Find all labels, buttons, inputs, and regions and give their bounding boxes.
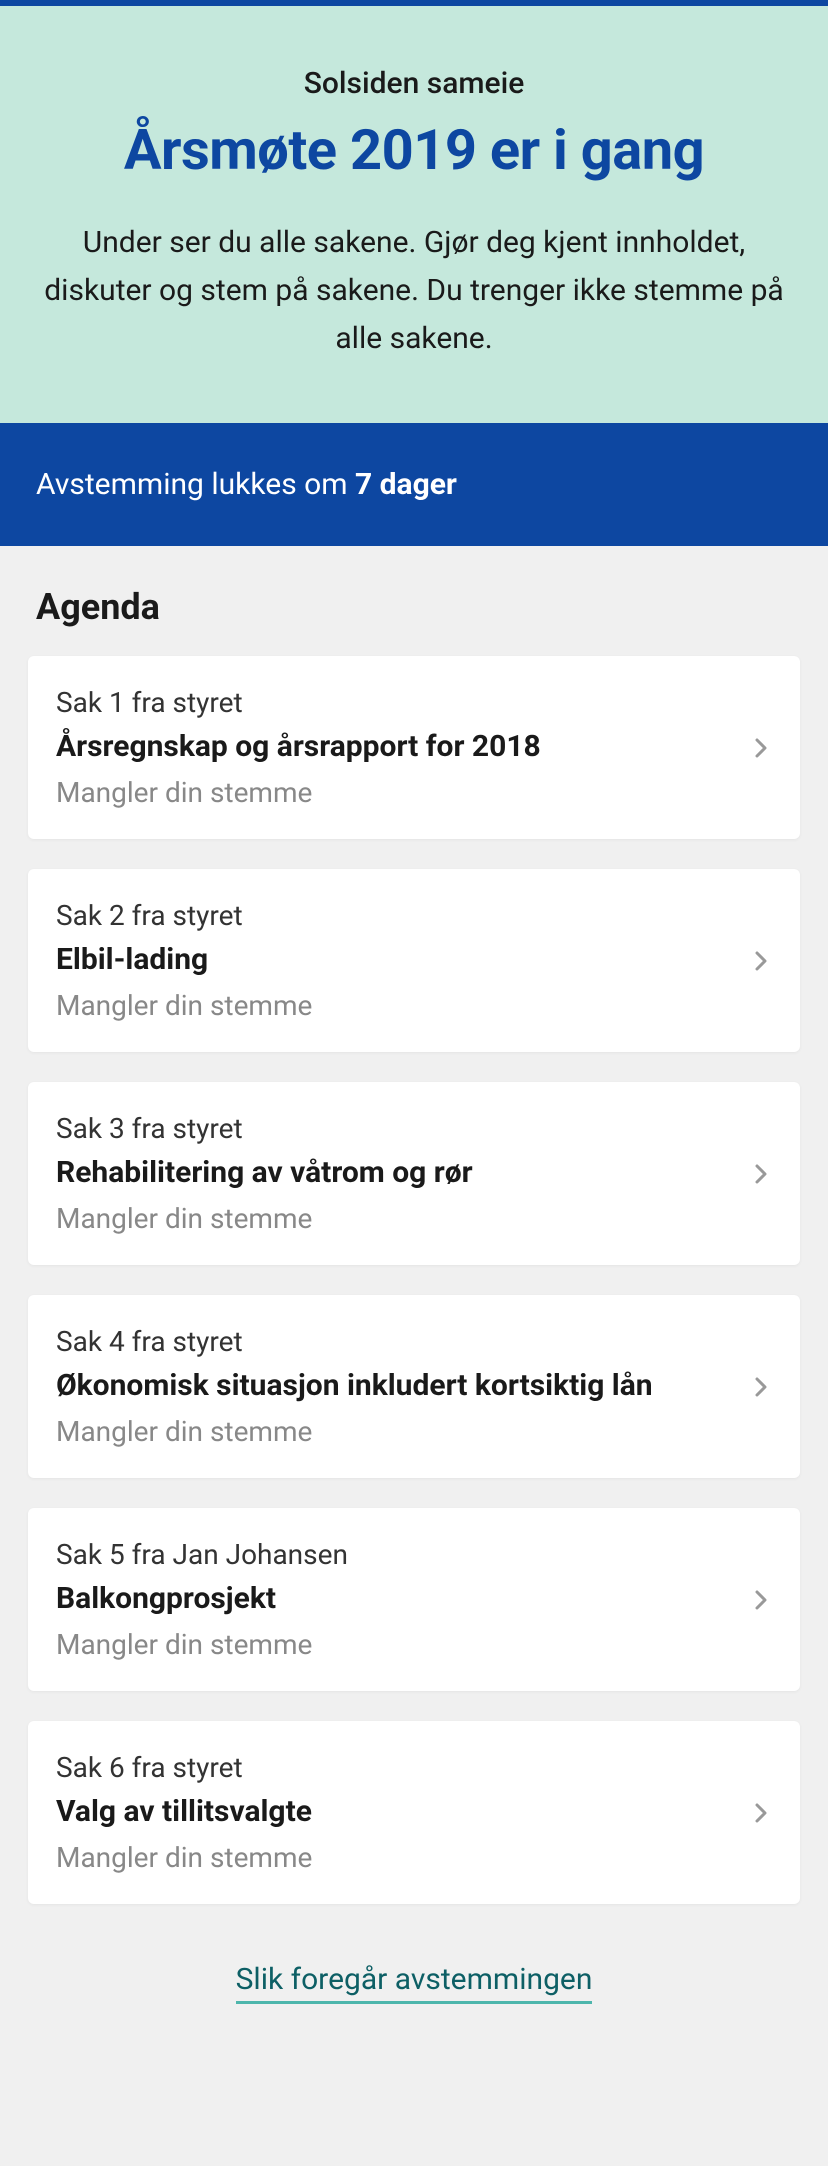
agenda-item-title: Rehabilitering av våtrom og rør (56, 1155, 728, 1190)
agenda-heading: Agenda (28, 586, 800, 628)
agenda-item-title: Elbil-lading (56, 942, 728, 977)
agenda-item-content: Sak 2 fra styret Elbil-lading Mangler di… (56, 899, 728, 1022)
agenda-item-status: Mangler din stemme (56, 1202, 728, 1235)
chevron-right-icon (748, 1588, 772, 1612)
agenda-item-3[interactable]: Sak 3 fra styret Rehabilitering av våtro… (28, 1082, 800, 1265)
agenda-item-title: Valg av tillitsvalgte (56, 1794, 728, 1829)
agenda-item-status: Mangler din stemme (56, 776, 728, 809)
agenda-item-2[interactable]: Sak 2 fra styret Elbil-lading Mangler di… (28, 869, 800, 1052)
voting-info-link[interactable]: Slik foregår avstemmingen (236, 1962, 593, 2004)
agenda-item-content: Sak 1 fra styret Årsregnskap og årsrappo… (56, 686, 728, 809)
agenda-item-content: Sak 6 fra styret Valg av tillitsvalgte M… (56, 1751, 728, 1874)
agenda-item-status: Mangler din stemme (56, 1628, 728, 1661)
voting-countdown-banner: Avstemming lukkes om 7 dager (0, 423, 828, 546)
chevron-right-icon (748, 949, 772, 973)
agenda-item-status: Mangler din stemme (56, 989, 728, 1022)
agenda-item-status: Mangler din stemme (56, 1415, 728, 1448)
agenda-item-title: Årsregnskap og årsrapport for 2018 (56, 729, 728, 764)
agenda-item-label: Sak 6 fra styret (56, 1751, 728, 1784)
agenda-item-1[interactable]: Sak 1 fra styret Årsregnskap og årsrappo… (28, 656, 800, 839)
agenda-item-4[interactable]: Sak 4 fra styret Økonomisk situasjon ink… (28, 1295, 800, 1478)
agenda-item-title: Økonomisk situasjon inkludert kortsiktig… (56, 1368, 728, 1403)
agenda-item-content: Sak 4 fra styret Økonomisk situasjon ink… (56, 1325, 728, 1448)
header-section: Solsiden sameie Årsmøte 2019 er i gang U… (0, 6, 828, 423)
page-description: Under ser du alle sakene. Gjør deg kjent… (40, 219, 788, 363)
agenda-item-content: Sak 5 fra Jan Johansen Balkongprosjekt M… (56, 1538, 728, 1661)
agenda-item-label: Sak 4 fra styret (56, 1325, 728, 1358)
agenda-item-label: Sak 2 fra styret (56, 899, 728, 932)
organization-name: Solsiden sameie (40, 66, 788, 101)
voting-countdown-text: Avstemming lukkes om 7 dager (36, 467, 457, 502)
content-area: Agenda Sak 1 fra styret Årsregnskap og å… (0, 546, 828, 2047)
agenda-item-5[interactable]: Sak 5 fra Jan Johansen Balkongprosjekt M… (28, 1508, 800, 1691)
agenda-item-status: Mangler din stemme (56, 1841, 728, 1874)
agenda-item-label: Sak 5 fra Jan Johansen (56, 1538, 728, 1571)
voting-prefix: Avstemming lukkes om (36, 467, 355, 502)
page-title: Årsmøte 2019 er i gang (40, 117, 788, 183)
agenda-item-label: Sak 3 fra styret (56, 1112, 728, 1145)
agenda-item-label: Sak 1 fra styret (56, 686, 728, 719)
chevron-right-icon (748, 1162, 772, 1186)
voting-duration: 7 dager (355, 467, 457, 502)
chevron-right-icon (748, 1375, 772, 1399)
footer-link-wrapper: Slik foregår avstemmingen (28, 1934, 800, 1997)
agenda-item-6[interactable]: Sak 6 fra styret Valg av tillitsvalgte M… (28, 1721, 800, 1904)
agenda-item-title: Balkongprosjekt (56, 1581, 728, 1616)
chevron-right-icon (748, 736, 772, 760)
chevron-right-icon (748, 1801, 772, 1825)
agenda-item-content: Sak 3 fra styret Rehabilitering av våtro… (56, 1112, 728, 1235)
